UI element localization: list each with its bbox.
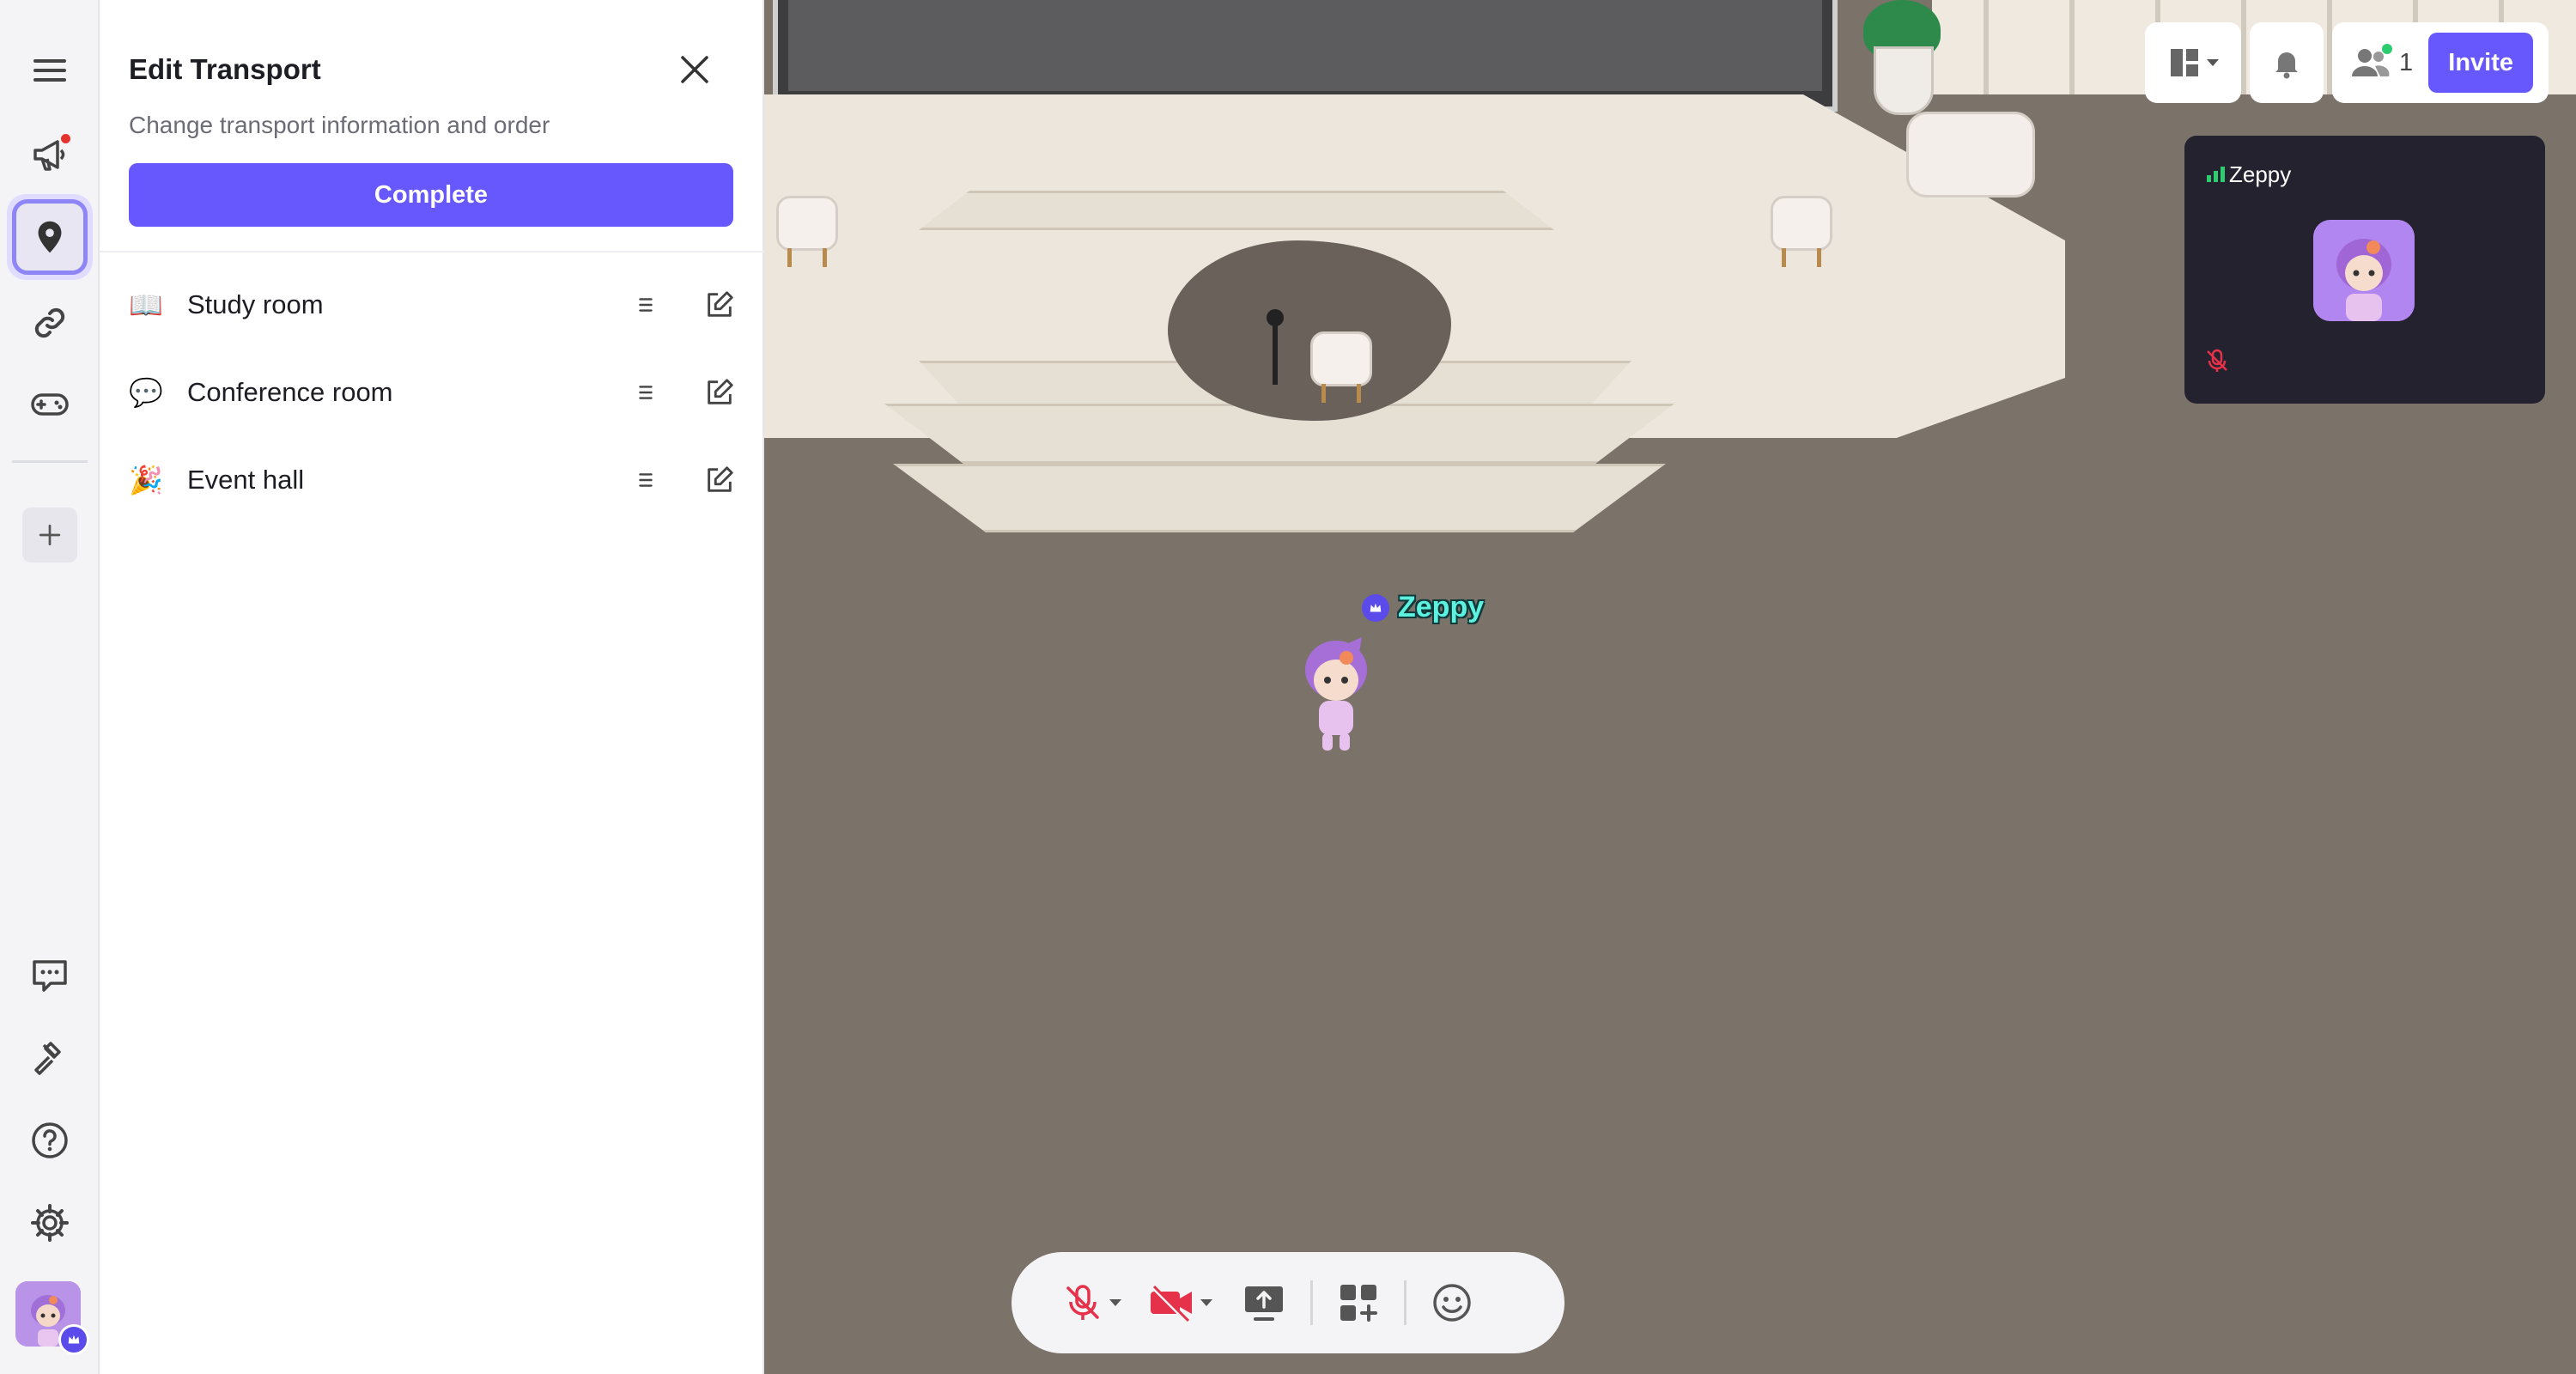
room-label: Conference room [187,377,393,407]
close-icon [681,56,708,83]
complete-button[interactable]: Complete [129,163,733,227]
link-icon [34,307,65,338]
mic-muted-icon [1066,1285,1099,1320]
bell-icon [2275,52,2298,79]
games-button[interactable] [19,373,81,435]
drag-handle[interactable] [630,377,661,408]
add-apps-icon [1340,1285,1377,1322]
online-dot [2382,44,2392,54]
microphone-toggle-button[interactable] [1061,1273,1121,1333]
edit-room-button[interactable] [701,461,738,499]
notification-dot [61,134,70,143]
screen-share-button[interactable] [1242,1273,1286,1333]
panel-divider [100,251,764,252]
participants-button[interactable]: 1 [2349,44,2414,80]
speech-bubble-icon: 💬 [129,377,163,408]
apps-button[interactable] [1337,1273,1380,1333]
camera-toggle-button[interactable] [1147,1273,1212,1333]
rail-divider [12,460,88,463]
layout-toggle-button[interactable] [2145,22,2241,103]
drag-handle-icon [639,386,653,399]
link-button[interactable] [19,292,81,354]
toolbar-divider [1310,1280,1313,1325]
plant-pot [1874,46,1934,115]
layout-icon [2171,49,2198,76]
media-toolbar [1012,1252,1564,1353]
room-list: 📖 Study room 💬 Conference room 🎉 Event h… [129,261,735,524]
crown-badge [58,1324,89,1355]
chat-button[interactable] [19,945,81,1006]
stage-step-top [919,191,1554,230]
chevron-down-icon [2207,59,2219,66]
invite-button[interactable]: Invite [2428,33,2534,93]
chevron-down-icon[interactable] [1109,1299,1121,1306]
gamepad-icon [31,393,69,416]
player-nameplate: Zeppy [1362,591,1484,624]
video-tile-name: Zeppy [2229,161,2292,187]
stool [776,196,838,267]
add-app-button[interactable] [22,508,77,562]
panel-title: Edit Transport [129,53,321,85]
crown-badge [1362,593,1389,622]
drag-handle[interactable] [630,465,661,495]
crown-icon [1370,603,1382,611]
chat-bubble-icon [33,960,67,992]
help-button[interactable] [19,1110,81,1171]
gear-icon [31,1204,69,1242]
hamburger-menu-icon [33,59,66,82]
chevron-down-icon[interactable] [1200,1299,1212,1306]
screen-share-icon [1245,1286,1283,1321]
edit-room-button[interactable] [701,286,738,324]
announcement-button[interactable] [19,124,81,185]
transport-button[interactable] [7,194,93,280]
room-item-conference-room[interactable]: 💬 Conference room [129,349,735,436]
signal-strength-icon [2207,167,2225,182]
edit-pencil-icon [708,379,733,404]
plus-icon [39,524,61,546]
participant-count: 1 [2399,48,2414,76]
stool [1771,196,1832,267]
left-rail [0,0,100,1374]
drag-handle-icon [639,473,653,487]
menu-button[interactable] [19,40,81,101]
edit-pencil-icon [708,291,733,317]
room-label: Event hall [187,465,305,495]
video-tile-avatar [2313,220,2415,321]
open-book-icon: 📖 [129,289,163,320]
room-item-study-room[interactable]: 📖 Study room [129,261,735,349]
drag-handle[interactable] [630,289,661,320]
stage-step-3 [893,464,1666,532]
edit-room-button[interactable] [701,374,738,411]
drag-handle-icon [639,298,653,312]
video-tile[interactable]: Zeppy [2184,136,2545,404]
microphone-stand [1267,309,1284,385]
build-tool-button[interactable] [19,1027,81,1089]
notifications-button[interactable] [2250,22,2324,103]
room-label: Study room [187,289,324,319]
toolbar-divider [1404,1280,1406,1325]
hammer-icon [34,1042,61,1075]
crown-icon [68,1334,80,1344]
participants-bar: 1 Invite [2332,22,2549,103]
help-icon [32,1122,68,1158]
ottoman-seat [1906,112,2035,198]
party-popper-icon: 🎉 [129,465,163,495]
emoji-reaction-button[interactable] [1431,1273,1473,1333]
user-avatar[interactable] [15,1281,89,1355]
location-pin-icon [38,221,62,253]
close-panel-button[interactable] [671,46,718,93]
stage-rug [1168,240,1451,421]
edit-pencil-icon [708,466,733,492]
player-avatar[interactable] [1293,635,1379,756]
player-name: Zeppy [1398,591,1485,623]
panel-subtitle: Change transport information and order [129,112,550,138]
stool [1310,331,1372,403]
settings-button[interactable] [19,1192,81,1254]
room-item-event-hall[interactable]: 🎉 Event hall [129,436,735,524]
edit-transport-panel: Edit Transport Change transport informat… [100,0,764,1374]
smiley-icon [1433,1284,1471,1322]
mic-muted-icon [2207,349,2227,372]
camera-off-icon [1151,1285,1192,1322]
